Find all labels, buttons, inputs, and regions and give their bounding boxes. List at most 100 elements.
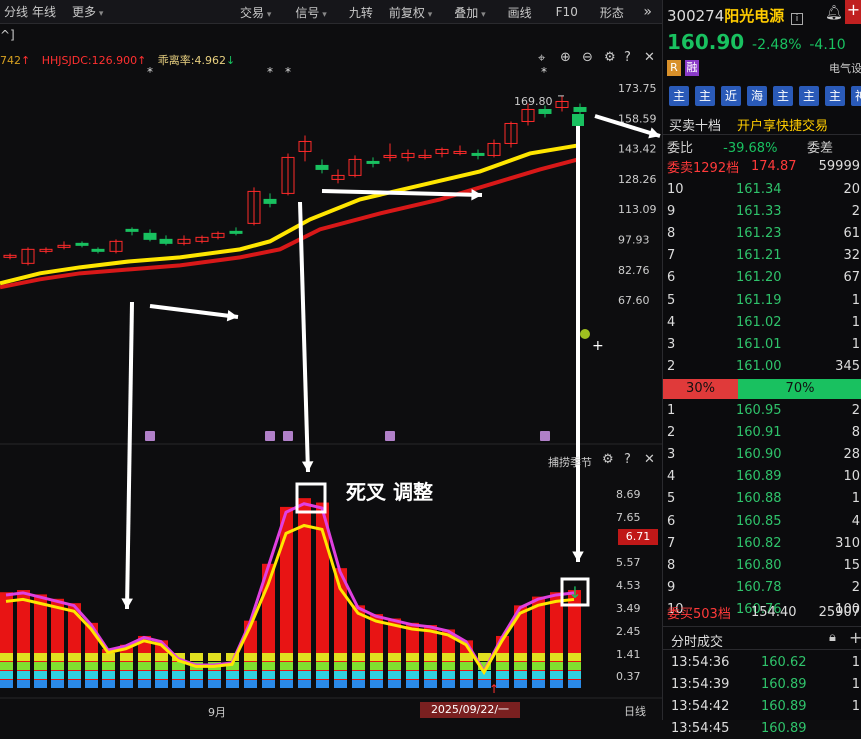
sell-row[interactable]: 10 161.34 20 xyxy=(663,178,861,200)
lower-base-block xyxy=(550,671,563,679)
price-tick-label: 128.26 xyxy=(618,173,657,186)
ticks-title[interactable]: 分时成交 xyxy=(671,631,723,650)
lower-base-block xyxy=(298,653,311,661)
lower-base-block xyxy=(370,653,383,661)
lower-tick-label: 3.49 xyxy=(616,602,641,615)
lower-base-block xyxy=(424,671,437,679)
sell-row[interactable]: 2 161.00 345 xyxy=(663,356,861,378)
zoom-out-icon[interactable]: ⊖ xyxy=(582,50,593,65)
sell-volume: 32 xyxy=(843,248,860,264)
lower-help-icon[interactable]: ? xyxy=(624,452,631,467)
settings-link-icon[interactable]: ⌖ xyxy=(538,51,545,66)
lower-base-block xyxy=(262,653,275,661)
sell-row[interactable]: 7 161.21 32 xyxy=(663,245,861,267)
buy-row[interactable]: 7 160.82 310 xyxy=(663,532,861,554)
sector-label[interactable]: 电气设 xyxy=(829,60,861,76)
lower-base-block xyxy=(280,662,293,670)
sell-level: 3 xyxy=(667,336,676,352)
trade-menu[interactable]: 交易 xyxy=(240,4,271,21)
lower-base-block xyxy=(17,653,30,661)
period-label[interactable]: 日线 xyxy=(624,703,646,719)
tab-fast-trade[interactable]: 开户享快捷交易 xyxy=(737,115,828,134)
overlay-menu[interactable]: 叠加 xyxy=(454,4,485,21)
lower-base-block xyxy=(102,662,115,670)
lower-tick-label: 5.57 xyxy=(616,556,641,569)
kline-chart-area[interactable]: 173.75 158.59 143.42 128.26 113.09 97.93 82.76… xyxy=(0,24,662,720)
lower-gear-icon[interactable]: ⚙ xyxy=(602,452,614,467)
lower-base-block xyxy=(442,671,455,679)
price-tick-label: 143.42 xyxy=(618,143,657,156)
tab-orderbook[interactable]: 买卖十档 xyxy=(669,115,721,134)
add-tick-icon[interactable]: + xyxy=(849,628,861,647)
buy-row[interactable]: 5 160.88 1 xyxy=(663,488,861,510)
buy-row[interactable]: 3 160.90 28 xyxy=(663,443,861,465)
lower-base-block xyxy=(190,653,203,661)
action-button-5[interactable]: 主 xyxy=(773,86,793,106)
buy-row[interactable]: 2 160.91 8 xyxy=(663,421,861,443)
buy-summary-price: 154.40 xyxy=(751,604,797,620)
action-button-8[interactable]: 神 xyxy=(851,86,861,106)
lower-base-block xyxy=(388,680,401,688)
nine-turn-button[interactable]: 九转 xyxy=(349,4,373,21)
lower-base-block xyxy=(370,680,383,688)
date-month-label: 9月 xyxy=(208,706,226,719)
sell-row[interactable]: 3 161.01 1 xyxy=(663,333,861,355)
tab-year[interactable]: 年线 xyxy=(24,3,64,20)
lower-base-block xyxy=(280,671,293,679)
signal-menu[interactable]: 信号 xyxy=(295,4,326,21)
tick-volume: 1 xyxy=(851,698,860,714)
action-button-4[interactable]: 海 xyxy=(747,86,767,106)
gear-icon[interactable]: ⚙ xyxy=(604,50,616,65)
lower-tick-label: 2.45 xyxy=(616,625,641,638)
indicator-line: 742↑ HHJSJDC:126.900↑ 乖离率:4.962↓ xyxy=(0,54,236,67)
tag-margin[interactable]: 融 xyxy=(684,60,699,76)
bell-icon[interactable]: 🔔︎ xyxy=(825,5,843,21)
buy-row[interactable]: 6 160.85 4 xyxy=(663,510,861,532)
f10-button[interactable]: F10 xyxy=(556,5,578,19)
signal-marker xyxy=(145,431,155,441)
sell-row[interactable]: 4 161.02 1 xyxy=(663,311,861,333)
more-dropdown[interactable]: 更多 xyxy=(64,3,111,20)
buy-row[interactable]: 4 160.89 10 xyxy=(663,466,861,488)
action-button-1[interactable]: 主 xyxy=(669,86,689,106)
lower-tick-label: 7.65 xyxy=(616,511,641,524)
lower-base-block xyxy=(0,653,13,661)
buy-row[interactable]: 1 160.95 2 xyxy=(663,399,861,421)
sell-row[interactable]: 9 161.33 2 xyxy=(663,200,861,222)
tag-r[interactable]: R xyxy=(667,60,681,76)
help-icon[interactable]: ? xyxy=(624,50,631,65)
lower-base-block xyxy=(85,671,98,679)
buy-row[interactable]: 8 160.80 15 xyxy=(663,554,861,576)
candle-body xyxy=(91,248,105,252)
buy-summary-label: 委买503档 xyxy=(667,606,731,622)
sell-price: 161.33 xyxy=(736,203,782,219)
lower-base-block xyxy=(120,662,133,670)
draw-line-button[interactable]: 画线 xyxy=(508,4,532,21)
annotation-text: 死叉 调整 xyxy=(346,480,433,504)
action-button-6[interactable]: 主 xyxy=(799,86,819,106)
lock-icon[interactable]: 🔒︎ xyxy=(829,630,836,645)
action-button-7[interactable]: 主 xyxy=(825,86,845,106)
signal-star: * xyxy=(541,65,547,79)
adjust-menu[interactable]: 前复权 xyxy=(389,4,432,21)
bias-rate-value: 乖离率:4.962 xyxy=(157,54,226,67)
buy-row[interactable]: 9 160.78 2 xyxy=(663,577,861,599)
pattern-button[interactable]: 形态 xyxy=(600,4,624,21)
zoom-in-icon[interactable]: ⊕ xyxy=(560,50,571,65)
sell-level: 10 xyxy=(667,181,684,197)
sell-row[interactable]: 6 161.20 67 xyxy=(663,267,861,289)
lower-base-block xyxy=(280,680,293,688)
lower-close-icon[interactable]: ✕ xyxy=(644,452,655,467)
add-watch-icon[interactable]: + xyxy=(845,0,861,24)
info-icon[interactable]: i xyxy=(791,13,804,25)
collapse-icon[interactable]: » xyxy=(643,4,652,20)
action-button-2[interactable]: 主 xyxy=(695,86,715,106)
lower-base-block xyxy=(532,680,545,688)
buy-volume: 8 xyxy=(851,424,860,440)
sell-row[interactable]: 8 161.23 61 xyxy=(663,222,861,244)
sell-row[interactable]: 5 161.19 1 xyxy=(663,289,861,311)
arrow-right-2 xyxy=(321,189,483,197)
action-button-3[interactable]: 近 xyxy=(721,86,741,106)
close-icon[interactable]: ✕ xyxy=(644,50,655,65)
lower-base-block xyxy=(262,662,275,670)
